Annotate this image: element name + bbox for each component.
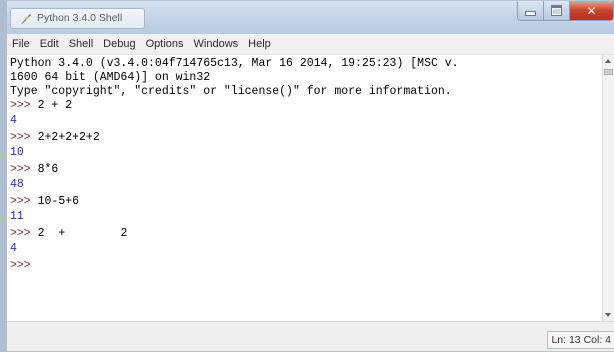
close-button[interactable]: ✕ bbox=[569, 1, 614, 21]
cursor-position: Ln: 13 Col: 4 bbox=[547, 331, 614, 349]
menu-shell[interactable]: Shell bbox=[64, 38, 98, 50]
shell-output-line: 4 bbox=[10, 242, 17, 255]
input-text: 2 + 2 bbox=[37, 99, 73, 112]
menu-file[interactable]: File bbox=[7, 38, 35, 50]
menu-help[interactable]: Help bbox=[243, 38, 276, 50]
input-text: 8*6 bbox=[37, 163, 59, 176]
menu-edit[interactable]: Edit bbox=[35, 38, 64, 50]
shell-output-line: 10 bbox=[10, 146, 24, 159]
shell-input-line: >>> 10-5+6 bbox=[10, 195, 79, 209]
menu-options[interactable]: Options bbox=[141, 38, 189, 50]
title-bar[interactable]: Python 3.4.0 Shell ✕ bbox=[7, 1, 614, 34]
minimize-button[interactable] bbox=[517, 1, 543, 21]
maximize-button[interactable] bbox=[543, 1, 569, 21]
window-title-tab: Python 3.4.0 Shell bbox=[10, 8, 145, 29]
caption-buttons: ✕ bbox=[517, 1, 614, 21]
menu-bar: File Edit Shell Debug Options Windows He… bbox=[7, 34, 614, 55]
shell-output-line: 4 bbox=[10, 114, 17, 127]
shell-output-line: 48 bbox=[10, 178, 24, 191]
scroll-up-icon[interactable] bbox=[605, 59, 611, 63]
menu-debug[interactable]: Debug bbox=[98, 38, 140, 50]
status-bar: Ln: 13 Col: 4 bbox=[7, 321, 614, 351]
shell-input-line: >>> 2+2+2+2+2 bbox=[10, 131, 100, 145]
prompt: >>> bbox=[10, 163, 31, 176]
idle-shell-window: Python 3.4.0 Shell ✕ File Edit Shell Deb… bbox=[0, 0, 614, 352]
shell-output-line: 11 bbox=[10, 210, 24, 223]
input-text: 10-5+6 bbox=[37, 195, 80, 208]
menu-windows[interactable]: Windows bbox=[189, 38, 244, 50]
scroll-down-icon[interactable] bbox=[605, 313, 611, 317]
minimize-icon bbox=[525, 11, 536, 16]
banner-line: 1600 64 bit (AMD64)] on win32 bbox=[10, 71, 211, 84]
close-icon: ✕ bbox=[586, 3, 597, 18]
scroll-thumb[interactable] bbox=[604, 69, 613, 75]
prompt: >>> bbox=[10, 131, 31, 144]
vertical-scrollbar[interactable] bbox=[602, 55, 614, 321]
prompt: >>> bbox=[10, 195, 31, 208]
input-text: 2 + 2 bbox=[37, 227, 128, 240]
shell-text-area[interactable]: Python 3.4.0 (v3.4.0:04f714765c13, Mar 1… bbox=[7, 55, 602, 321]
python-feather-icon bbox=[21, 14, 31, 24]
prompt: >>> bbox=[10, 259, 31, 272]
window-title: Python 3.4.0 Shell bbox=[37, 12, 123, 24]
shell-current-prompt[interactable]: >>> bbox=[10, 259, 31, 273]
banner-line: Type "copyright", "credits" or "license(… bbox=[10, 85, 452, 98]
maximize-icon bbox=[551, 5, 562, 16]
input-text: 2+2+2+2+2 bbox=[37, 131, 100, 144]
prompt: >>> bbox=[10, 99, 31, 112]
shell-input-line: >>> 8*6 bbox=[10, 163, 58, 177]
shell-input-line: >>> 2 + 2 bbox=[10, 227, 127, 241]
shell-input-line: >>> 2 + 2 bbox=[10, 99, 72, 113]
banner-line: Python 3.4.0 (v3.4.0:04f714765c13, Mar 1… bbox=[10, 57, 459, 70]
prompt: >>> bbox=[10, 227, 31, 240]
